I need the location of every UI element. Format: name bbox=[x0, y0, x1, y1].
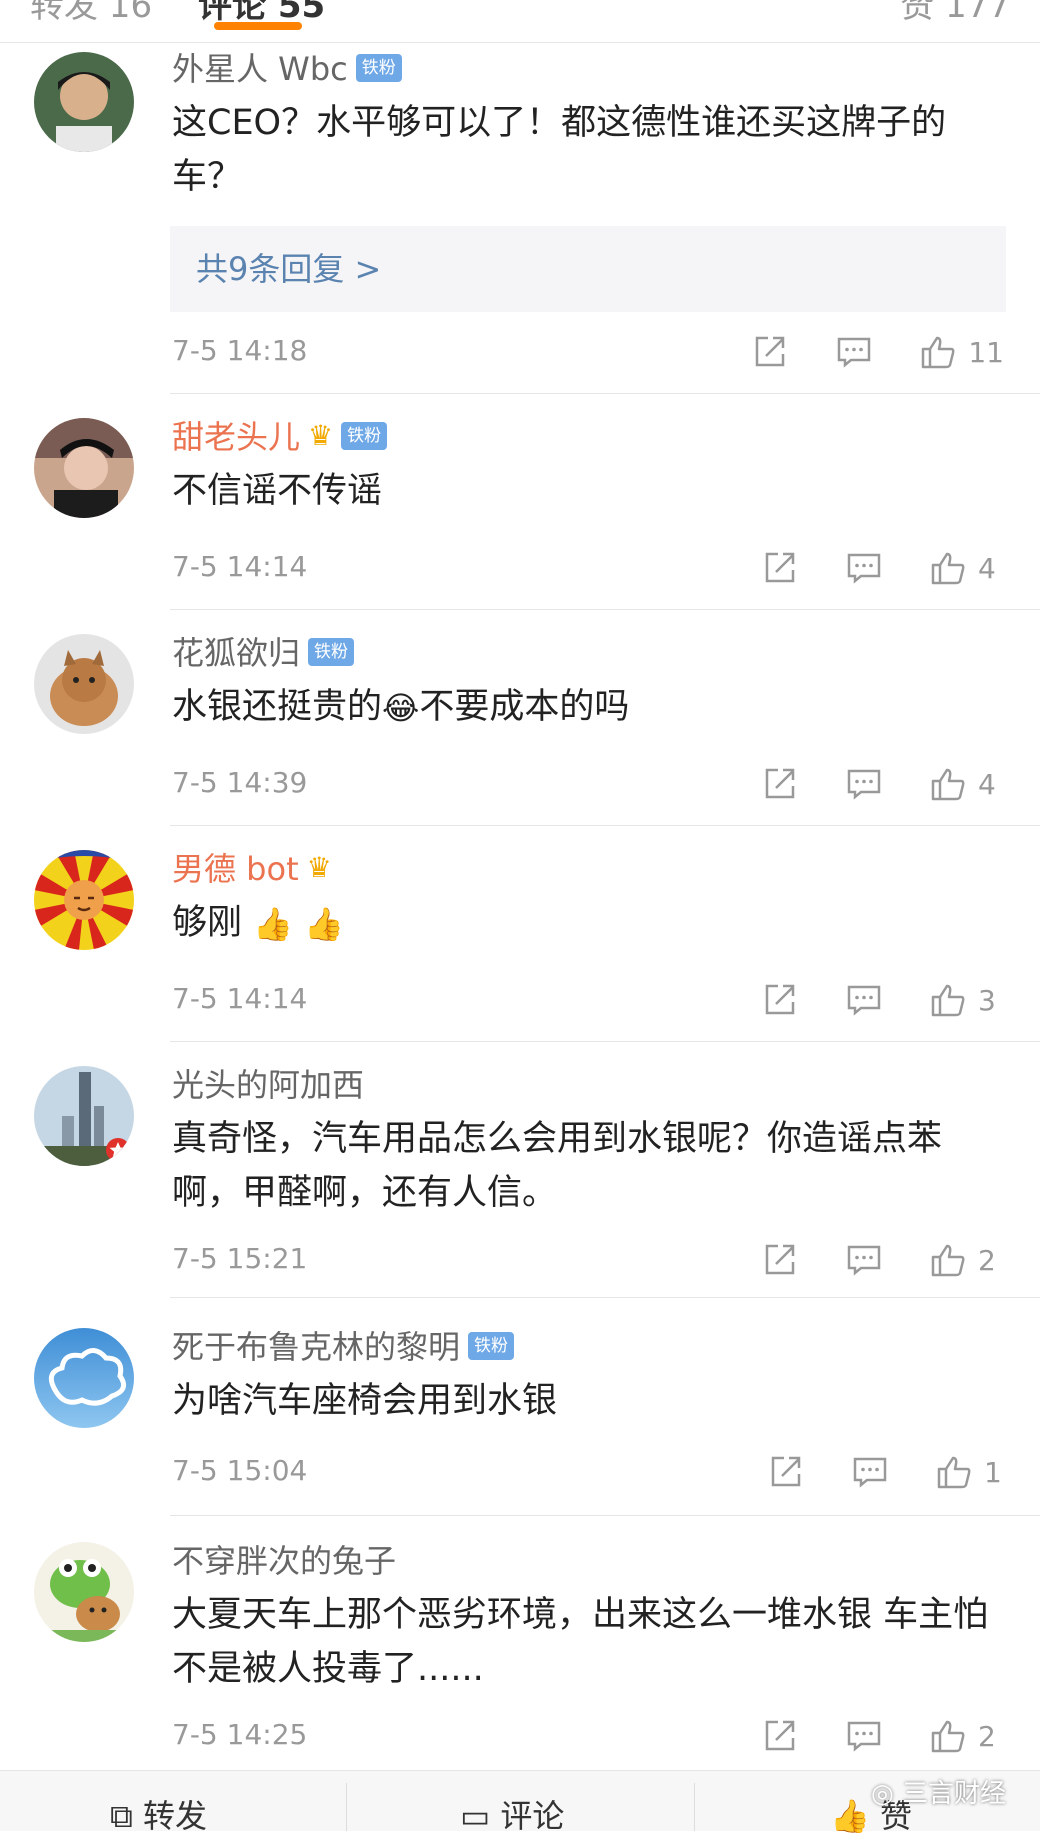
comment-text: 这CEO？水平够可以了！都这德性谁还买这牌子的车？ bbox=[172, 103, 947, 197]
comment-icon[interactable] bbox=[846, 766, 882, 802]
comment-time: 7-5 15:21 bbox=[172, 1242, 308, 1275]
thumbs-up-emoji: 👍 bbox=[253, 905, 293, 943]
crown-icon: ♛ bbox=[308, 419, 334, 452]
comment-time: 7-5 15:04 bbox=[172, 1454, 308, 1487]
tab-active-indicator bbox=[214, 22, 302, 30]
comment-time: 7-5 14:25 bbox=[172, 1718, 308, 1751]
view-replies-button[interactable]: 共9条回复 > bbox=[170, 226, 1006, 312]
like-count: 2 bbox=[978, 1243, 996, 1277]
comment-item: 花狐欲归 铁粉 水银还挺贵的😂不要成本的吗 7-5 14:39 4 bbox=[0, 630, 1040, 826]
repost-icon[interactable] bbox=[762, 1718, 798, 1754]
repost-icon[interactable] bbox=[762, 1242, 798, 1278]
tab-likes[interactable]: 赞 177 bbox=[900, 0, 1010, 27]
divider bbox=[694, 1783, 695, 1831]
crown-icon: ♛ bbox=[306, 851, 332, 884]
comment-item: 外星人 Wbc 铁粉 这CEO？水平够可以了！都这德性谁还买这牌子的车？ 共9条回… bbox=[0, 46, 1040, 394]
comment-icon[interactable] bbox=[846, 982, 882, 1018]
comment-actions: 2 bbox=[762, 1240, 1004, 1280]
comment-actions: 3 bbox=[762, 980, 1004, 1020]
like-count: 11 bbox=[968, 335, 1004, 369]
like-icon[interactable] bbox=[930, 1718, 966, 1754]
repost-icon[interactable] bbox=[752, 334, 788, 370]
like-icon[interactable] bbox=[920, 334, 956, 370]
divider bbox=[170, 393, 1040, 394]
avatar[interactable] bbox=[34, 1328, 134, 1428]
comment-actions: 2 bbox=[762, 1716, 1004, 1756]
bottom-comment-button[interactable]: ▭ 评论 bbox=[460, 1791, 564, 1837]
comment-actions: 11 bbox=[752, 332, 1004, 372]
wechat-icon: ◎ bbox=[871, 1779, 894, 1809]
repost-icon[interactable] bbox=[762, 982, 798, 1018]
like-count: 4 bbox=[978, 767, 996, 801]
divider bbox=[170, 1297, 1040, 1298]
tab-reposts[interactable]: 转发 16 bbox=[30, 0, 152, 27]
comment-author[interactable]: 花狐欲归 铁粉 bbox=[172, 630, 355, 676]
comment-icon[interactable] bbox=[846, 550, 882, 586]
comment-actions: 1 bbox=[768, 1452, 1010, 1492]
fan-badge: 铁粉 bbox=[308, 638, 355, 666]
like-icon[interactable] bbox=[930, 982, 966, 1018]
comment-actions: 4 bbox=[762, 764, 1004, 804]
like-count: 3 bbox=[978, 983, 996, 1017]
like-count: 4 bbox=[978, 551, 996, 585]
watermark: ◎ 三言财经 bbox=[871, 1779, 1006, 1809]
comment-item: 光头的阿加西 真奇怪，汽车用品怎么会用到水银呢？你造谣点苯啊，甲醛啊，还有人信。… bbox=[0, 1062, 1040, 1298]
comment-time: 7-5 14:39 bbox=[172, 766, 308, 799]
avatar[interactable] bbox=[34, 52, 134, 152]
comment-text: 真奇怪，汽车用品怎么会用到水银呢？你造谣点苯啊，甲醛啊，还有人信。 bbox=[172, 1119, 943, 1213]
comment-icon[interactable] bbox=[846, 1718, 882, 1754]
comment-author[interactable]: 甜老头儿 ♛ 铁粉 bbox=[172, 414, 388, 460]
comment-time: 7-5 14:14 bbox=[172, 982, 308, 1015]
divider bbox=[170, 825, 1040, 826]
repost-icon[interactable] bbox=[762, 550, 798, 586]
like-icon[interactable] bbox=[930, 1242, 966, 1278]
fan-badge: 铁粉 bbox=[355, 54, 402, 82]
comment-text: 不信谣不传谣 bbox=[172, 471, 383, 511]
comment-text: 够刚 👍 👍 bbox=[172, 896, 1008, 951]
comment-item: 男德 bot ♛ 够刚 👍 👍 7-5 14:14 3 bbox=[0, 846, 1040, 1042]
comment-item: 不穿胖次的兔子 大夏天车上那个恶劣环境，出来这么一堆水银 车主怕不是被人投毒了.… bbox=[0, 1538, 1040, 1768]
bottom-repost-button[interactable]: ⧉ 转发 bbox=[110, 1791, 207, 1837]
repost-icon[interactable] bbox=[768, 1454, 804, 1490]
divider bbox=[170, 1041, 1040, 1042]
divider bbox=[170, 609, 1040, 610]
fan-badge: 铁粉 bbox=[341, 422, 388, 450]
avatar[interactable] bbox=[34, 850, 134, 950]
like-icon[interactable] bbox=[936, 1454, 972, 1490]
divider bbox=[170, 1515, 1040, 1516]
comment-text: 水银还挺贵的😂不要成本的吗 bbox=[172, 680, 1008, 735]
avatar[interactable] bbox=[34, 418, 134, 518]
comment-text: 大夏天车上那个恶劣环境，出来这么一堆水银 车主怕不是被人投毒了...... bbox=[172, 1595, 989, 1689]
comment-author[interactable]: 外星人 Wbc 铁粉 bbox=[172, 46, 402, 92]
comment-icon[interactable] bbox=[836, 334, 872, 370]
comment-author[interactable]: 不穿胖次的兔子 bbox=[172, 1538, 396, 1584]
comment-tabs: 转发 16 评论 55 赞 177 bbox=[0, 0, 1040, 43]
comment-icon[interactable] bbox=[852, 1454, 888, 1490]
comment-item: 死于布鲁克林的黎明 铁粉 为啥汽车座椅会用到水银 7-5 15:04 1 bbox=[0, 1324, 1040, 1520]
comment-time: 7-5 14:18 bbox=[172, 334, 308, 367]
avatar[interactable] bbox=[34, 634, 134, 734]
avatar[interactable] bbox=[34, 1542, 134, 1642]
comment-author[interactable]: 光头的阿加西 bbox=[172, 1062, 364, 1108]
thumbs-up-emoji: 👍 bbox=[304, 905, 344, 943]
comment-actions: 4 bbox=[762, 548, 1004, 588]
fan-badge: 铁粉 bbox=[468, 1332, 515, 1360]
like-icon[interactable] bbox=[930, 766, 966, 802]
comment-item: 甜老头儿 ♛ 铁粉 不信谣不传谣 7-5 14:14 4 bbox=[0, 414, 1040, 610]
comment-text: 为啥汽车座椅会用到水银 bbox=[172, 1381, 558, 1421]
comment-author[interactable]: 男德 bot ♛ bbox=[172, 846, 332, 892]
comment-icon[interactable] bbox=[846, 1242, 882, 1278]
avatar[interactable] bbox=[34, 1066, 134, 1166]
like-count: 1 bbox=[984, 1455, 1002, 1489]
divider bbox=[346, 1783, 347, 1831]
like-icon[interactable] bbox=[930, 550, 966, 586]
comment-author[interactable]: 死于布鲁克林的黎明 铁粉 bbox=[172, 1324, 515, 1370]
repost-icon[interactable] bbox=[762, 766, 798, 802]
laughing-emoji: 😂 bbox=[382, 689, 420, 727]
comment-time: 7-5 14:14 bbox=[172, 550, 308, 583]
like-count: 2 bbox=[978, 1719, 996, 1753]
